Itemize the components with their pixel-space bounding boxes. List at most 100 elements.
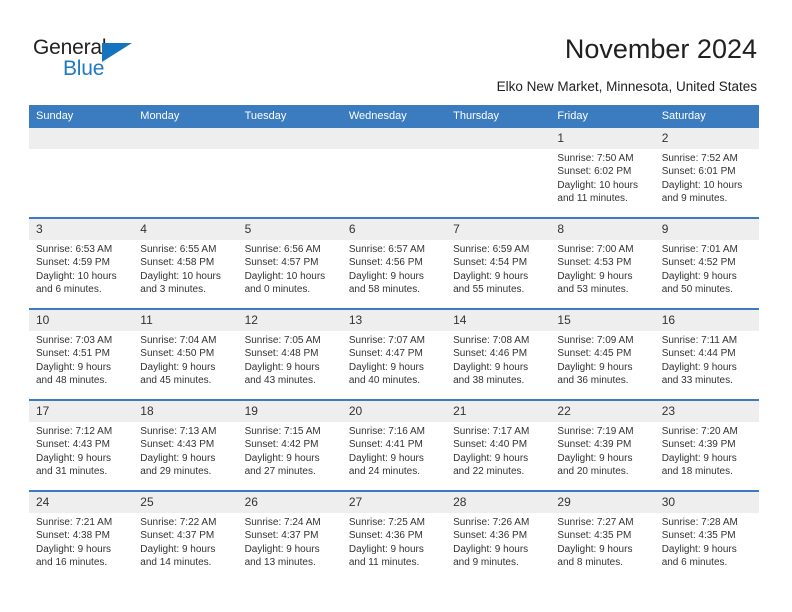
day-cell-24[interactable]: Sunrise: 7:21 AM Sunset: 4:38 PM Daylight:… [29, 513, 134, 581]
day-info-line: Sunrise: 7:07 AM [348, 335, 425, 346]
day-number-8[interactable]: 8 [550, 219, 655, 240]
day-cell-7[interactable]: Sunrise: 6:59 AM Sunset: 4:54 PM Daylight:… [446, 240, 551, 308]
day-info-line: and 40 minutes. [348, 375, 421, 387]
day-cell-1[interactable]: Sunrise: 7:50 AM Sunset: 6:02 PM Daylight:… [550, 149, 655, 217]
day-number-17[interactable]: 17 [29, 401, 134, 422]
day-cell-2[interactable]: Sunrise: 7:52 AM Sunset: 6:01 PM Daylight:… [654, 149, 759, 217]
day-info-line: Daylight: 10 hours [36, 270, 117, 282]
day-cell-8[interactable]: Sunrise: 7:00 AM Sunset: 4:53 PM Daylight:… [550, 240, 655, 308]
day-info-line: Sunrise: 6:55 AM [140, 244, 217, 255]
day-cell-22[interactable]: Sunrise: 7:19 AM Sunset: 4:39 PM Daylight:… [550, 422, 655, 490]
day-cell-26[interactable]: Sunrise: 7:24 AM Sunset: 4:37 PM Daylight:… [237, 513, 342, 581]
day-number-6[interactable]: 6 [341, 219, 447, 240]
day-info-line: Sunset: 4:56 PM [348, 257, 423, 269]
day-cell-14[interactable]: Sunrise: 7:08 AM Sunset: 4:46 PM Daylight:… [446, 331, 551, 399]
day-info-line: Sunrise: 7:24 AM [244, 517, 321, 528]
day-info-line: and 11 minutes. [557, 193, 628, 205]
day-cell-10[interactable]: Sunrise: 7:03 AM Sunset: 4:51 PM Daylight:… [29, 331, 134, 399]
day-info-line: Sunrise: 7:19 AM [557, 426, 634, 437]
calendar-page: General Blue November 2024 Elko New Mark… [0, 0, 792, 612]
day-cell-19[interactable]: Sunrise: 7:15 AM Sunset: 4:42 PM Daylight:… [237, 422, 342, 490]
day-number-19[interactable]: 19 [237, 401, 342, 422]
weekday-header-wednesday: Wednesday [341, 105, 447, 128]
day-cell-3[interactable]: Sunrise: 6:53 AM Sunset: 4:59 PM Daylight:… [29, 240, 134, 308]
day-number-11[interactable]: 11 [133, 310, 238, 331]
day-cell-11[interactable]: Sunrise: 7:04 AM Sunset: 4:50 PM Daylight:… [133, 331, 238, 399]
day-number-21[interactable]: 21 [446, 401, 551, 422]
day-number-20[interactable]: 20 [341, 401, 447, 422]
day-cell-29[interactable]: Sunrise: 7:27 AM Sunset: 4:35 PM Daylight:… [550, 513, 655, 581]
day-cell-18[interactable]: Sunrise: 7:13 AM Sunset: 4:43 PM Daylight:… [133, 422, 238, 490]
day-info-line: Sunset: 4:37 PM [140, 530, 215, 542]
day-cell-empty [341, 149, 447, 217]
day-info-line: Daylight: 9 hours [453, 452, 529, 464]
day-number-15[interactable]: 15 [550, 310, 655, 331]
day-number-14[interactable]: 14 [446, 310, 551, 331]
day-number-28[interactable]: 28 [446, 492, 551, 513]
day-info-line: Sunrise: 7:13 AM [140, 426, 217, 437]
day-number-3[interactable]: 3 [29, 219, 134, 240]
day-info-line: and 43 minutes. [244, 375, 316, 387]
day-number-1[interactable]: 1 [550, 128, 655, 149]
day-number-25[interactable]: 25 [133, 492, 238, 513]
day-info-line: Daylight: 9 hours [557, 543, 633, 555]
day-cell-12[interactable]: Sunrise: 7:05 AM Sunset: 4:48 PM Daylight:… [237, 331, 342, 399]
day-info-line: and 33 minutes. [661, 375, 733, 387]
day-number-12[interactable]: 12 [237, 310, 342, 331]
day-number-27[interactable]: 27 [341, 492, 447, 513]
day-number-2[interactable]: 2 [654, 128, 759, 149]
day-info-line: Sunset: 4:59 PM [36, 257, 110, 269]
day-info-line: and 14 minutes. [140, 557, 212, 569]
day-info-line: Sunset: 4:43 PM [36, 439, 110, 451]
day-cell-27[interactable]: Sunrise: 7:25 AM Sunset: 4:36 PM Daylight:… [341, 513, 447, 581]
day-cell-empty [133, 149, 238, 217]
day-number-10[interactable]: 10 [29, 310, 134, 331]
day-number-13[interactable]: 13 [341, 310, 447, 331]
day-cell-6[interactable]: Sunrise: 6:57 AM Sunset: 4:56 PM Daylight:… [341, 240, 447, 308]
day-cell-15[interactable]: Sunrise: 7:09 AM Sunset: 4:45 PM Daylight:… [550, 331, 655, 399]
day-info-line: Sunset: 4:35 PM [557, 530, 632, 542]
day-info-line: Sunrise: 6:59 AM [453, 244, 530, 255]
day-cell-9[interactable]: Sunrise: 7:01 AM Sunset: 4:52 PM Daylight:… [654, 240, 759, 308]
day-cell-17[interactable]: Sunrise: 7:12 AM Sunset: 4:43 PM Daylight:… [29, 422, 134, 490]
day-cell-13[interactable]: Sunrise: 7:07 AM Sunset: 4:47 PM Daylight:… [341, 331, 447, 399]
day-info-line: and 22 minutes. [453, 466, 525, 478]
week-detail-row: Sunrise: 7:21 AM Sunset: 4:38 PM Daylight:… [29, 513, 759, 581]
day-number-30[interactable]: 30 [654, 492, 759, 513]
day-cell-25[interactable]: Sunrise: 7:22 AM Sunset: 4:37 PM Daylight:… [133, 513, 238, 581]
day-cell-28[interactable]: Sunrise: 7:26 AM Sunset: 4:36 PM Daylight:… [446, 513, 551, 581]
week-detail-row: Sunrise: 7:50 AM Sunset: 6:02 PM Daylight:… [29, 149, 759, 217]
day-info-line: and 20 minutes. [557, 466, 629, 478]
day-cell-16[interactable]: Sunrise: 7:11 AM Sunset: 4:44 PM Daylight:… [654, 331, 759, 399]
weekday-header-monday: Monday [133, 105, 238, 128]
day-cell-23[interactable]: Sunrise: 7:20 AM Sunset: 4:39 PM Daylight:… [654, 422, 759, 490]
day-cell-30[interactable]: Sunrise: 7:28 AM Sunset: 4:35 PM Daylight:… [654, 513, 759, 581]
day-info-line: Daylight: 9 hours [348, 543, 424, 555]
day-info-line: and 9 minutes. [453, 557, 519, 569]
day-number-empty [29, 128, 134, 149]
day-number-4[interactable]: 4 [133, 219, 238, 240]
day-number-26[interactable]: 26 [237, 492, 342, 513]
day-number-18[interactable]: 18 [133, 401, 238, 422]
day-cell-4[interactable]: Sunrise: 6:55 AM Sunset: 4:58 PM Daylight:… [133, 240, 238, 308]
day-cell-21[interactable]: Sunrise: 7:17 AM Sunset: 4:40 PM Daylight:… [446, 422, 551, 490]
day-cell-5[interactable]: Sunrise: 6:56 AM Sunset: 4:57 PM Daylight:… [237, 240, 342, 308]
day-info-line: Sunrise: 7:11 AM [661, 335, 738, 346]
day-info-line: Sunset: 4:41 PM [348, 439, 423, 451]
day-number-23[interactable]: 23 [654, 401, 759, 422]
day-info-line: Sunrise: 6:57 AM [348, 244, 425, 255]
day-info-line: Sunrise: 7:17 AM [453, 426, 530, 437]
day-number-9[interactable]: 9 [654, 219, 759, 240]
day-number-7[interactable]: 7 [446, 219, 551, 240]
day-number-22[interactable]: 22 [550, 401, 655, 422]
day-info-line: Sunset: 4:44 PM [661, 348, 736, 360]
day-info-line: and 31 minutes. [36, 466, 108, 478]
day-info-line: Daylight: 9 hours [244, 452, 320, 464]
day-info-line: Daylight: 9 hours [36, 543, 112, 555]
day-cell-20[interactable]: Sunrise: 7:16 AM Sunset: 4:41 PM Daylight:… [341, 422, 447, 490]
day-info-line: Sunrise: 7:50 AM [557, 153, 634, 164]
day-number-24[interactable]: 24 [29, 492, 134, 513]
day-number-5[interactable]: 5 [237, 219, 342, 240]
day-number-29[interactable]: 29 [550, 492, 655, 513]
day-number-16[interactable]: 16 [654, 310, 759, 331]
